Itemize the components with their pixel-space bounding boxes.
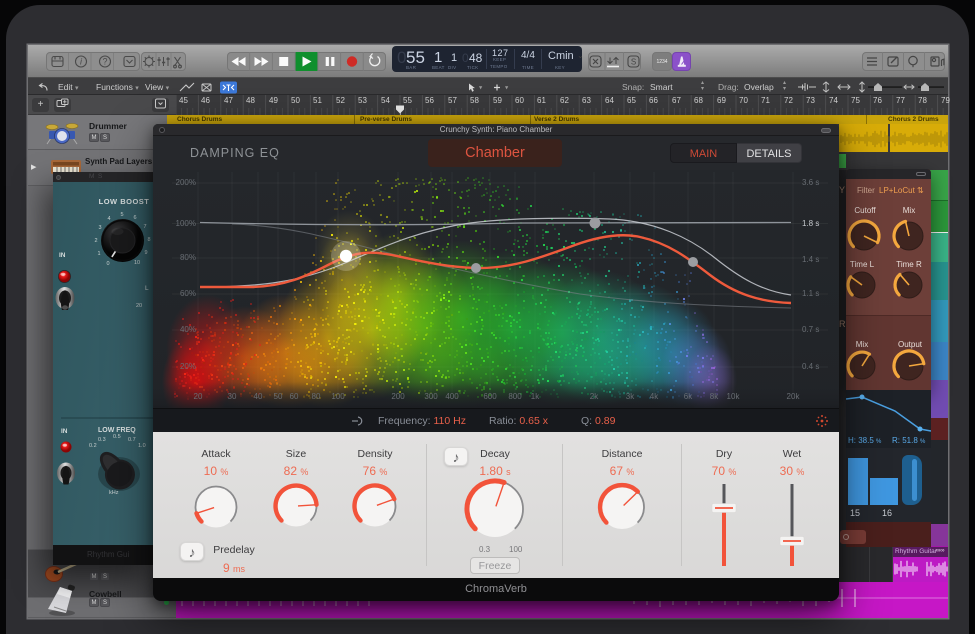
svg-text:5: 5 <box>120 212 123 218</box>
svg-text:10: 10 <box>134 260 140 266</box>
svg-text:▾: ▾ <box>479 84 483 91</box>
svg-text:4: 4 <box>107 216 110 222</box>
svg-text:9: 9 <box>144 250 147 256</box>
svg-text:6: 6 <box>133 215 136 221</box>
svg-text:i: i <box>80 56 83 66</box>
svg-text:S: S <box>631 57 636 66</box>
svg-text:2: 2 <box>94 238 97 244</box>
svg-text:7: 7 <box>143 224 146 230</box>
svg-text:8: 8 <box>147 237 150 243</box>
svg-text:1: 1 <box>97 251 100 257</box>
svg-text:▾: ▾ <box>505 84 509 91</box>
svg-text:0: 0 <box>106 261 109 267</box>
svg-text:3: 3 <box>98 225 101 231</box>
svg-text:?: ? <box>102 56 107 66</box>
